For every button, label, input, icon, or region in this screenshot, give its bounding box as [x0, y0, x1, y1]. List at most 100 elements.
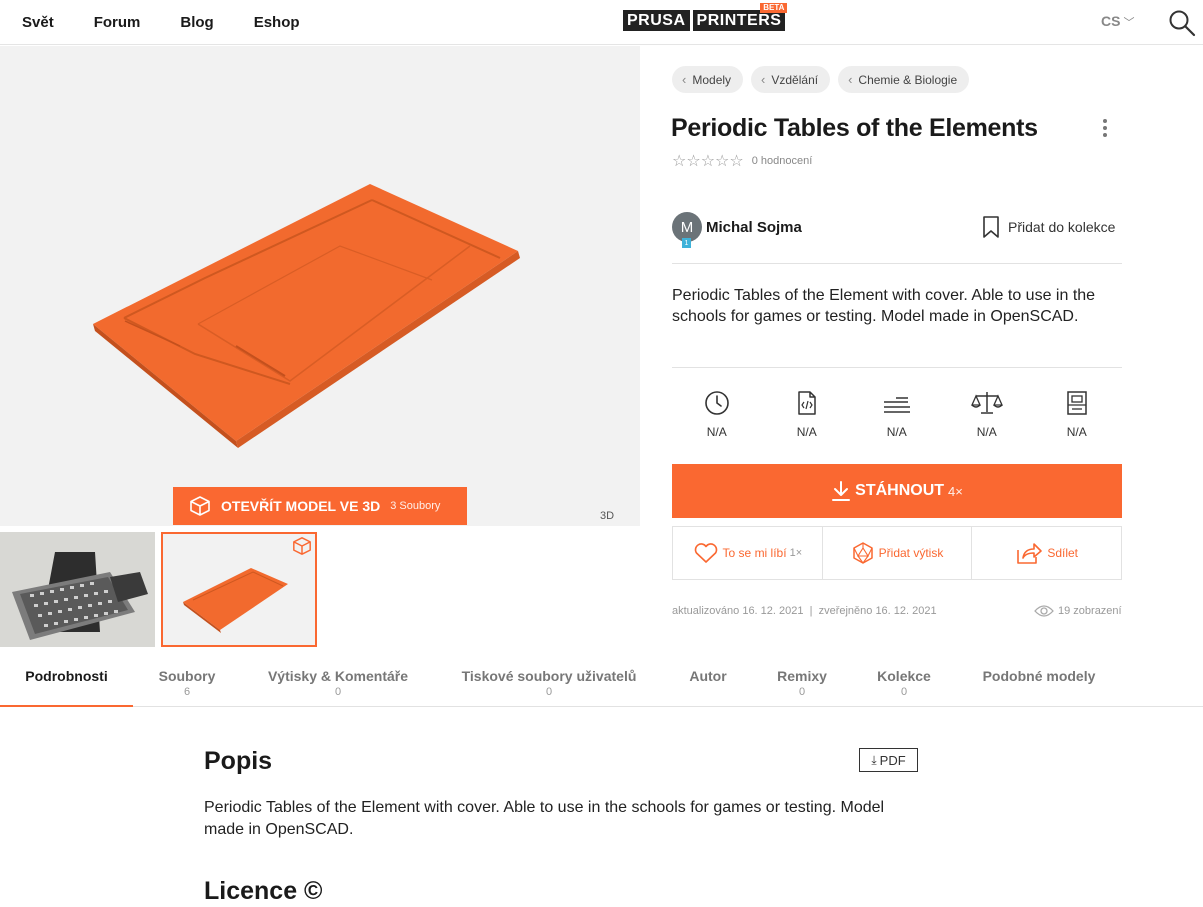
share-label: Sdílet: [1047, 546, 1079, 560]
breadcrumb-modely[interactable]: ‹ Modely: [672, 66, 744, 93]
tab-count: 6: [183, 686, 191, 698]
chevron-left-icon: ‹: [682, 72, 687, 87]
model-summary: Periodic Tables of the Element with cove…: [672, 287, 1096, 325]
tab-podrobnosti[interactable]: Podrobnosti: [0, 655, 133, 707]
tab-count: 0: [545, 686, 553, 698]
like-count: 1×: [789, 547, 803, 559]
breadcrumb-label: Chemie & Biologie: [858, 72, 958, 87]
add-make-label: Přidat výtisk: [878, 546, 944, 560]
download-button[interactable]: STÁHNOUT 4×: [672, 464, 1122, 518]
chevron-left-icon: ‹: [848, 72, 853, 87]
rating[interactable]: ☆☆☆☆☆ 0 hodnocení: [672, 151, 812, 171]
param-printer: N/A: [1032, 390, 1123, 439]
search-icon[interactable]: [1168, 9, 1196, 37]
printer-icon: [1067, 391, 1087, 415]
tab-tiskove-soubory[interactable]: Tiskové soubory uživatelů 0: [449, 655, 649, 707]
model-render: [93, 184, 520, 448]
tab-label: Kolekce: [877, 668, 931, 684]
tab-soubory[interactable]: Soubory 6: [143, 655, 231, 707]
open-3d-label: OTEVŘÍT MODEL VE 3D: [221, 498, 381, 514]
tab-autor[interactable]: Autor: [678, 655, 738, 707]
breadcrumb-label: Vzdělání: [771, 72, 819, 87]
tab-remixy[interactable]: Remixy 0: [767, 655, 837, 707]
print-parameters: N/A N/A N/A N/A N/A: [672, 390, 1122, 439]
tab-kolekce[interactable]: Kolekce 0: [867, 655, 941, 707]
breadcrumb-vzdelani[interactable]: ‹ Vzdělání: [751, 66, 831, 93]
rating-count: 0 hodnocení: [751, 155, 813, 167]
breadcrumb-label: Modely: [692, 72, 732, 87]
nav-link-blog[interactable]: Blog: [180, 14, 213, 31]
thumbnail-3d-model[interactable]: [161, 532, 317, 647]
nav-link-svet[interactable]: Svět: [22, 14, 54, 31]
tab-vytisky-komentare[interactable]: Výtisky & Komentáře 0: [255, 655, 421, 707]
open-3d-button[interactable]: OTEVŘÍT MODEL VE 3D 3 Soubory: [173, 487, 467, 525]
avatar: M 1: [672, 212, 702, 248]
site-logo[interactable]: PRUSA PRINTERS BETA: [623, 3, 788, 31]
download-icon: ⤓: [871, 752, 877, 767]
thumbnail-photo[interactable]: [0, 532, 155, 647]
tab-label: Soubory: [158, 668, 216, 684]
author-name: Michal Sojma: [706, 218, 802, 236]
files-count: 3 Soubory: [390, 500, 441, 512]
download-count: 4×: [948, 483, 963, 499]
chevron-down-icon: ﹀: [1123, 17, 1135, 29]
param-value: N/A: [706, 425, 727, 439]
divider: [672, 263, 1122, 264]
add-to-collection-label: Přidat do kolekce: [1008, 219, 1116, 235]
heart-icon: [694, 543, 717, 563]
description-text: Periodic Tables of the Element with cove…: [204, 799, 885, 838]
polyhedron-icon: [852, 542, 873, 564]
author-link[interactable]: M 1 Michal Sojma: [672, 212, 802, 248]
tab-label: Remixy: [777, 668, 827, 684]
param-value: N/A: [796, 425, 817, 439]
tab-label: Podrobnosti: [25, 668, 108, 684]
avatar-initial: M: [680, 218, 694, 236]
tab-label: Autor: [689, 668, 727, 684]
tab-count: 0: [900, 686, 908, 698]
language-selector[interactable]: CS ﹀: [1101, 13, 1134, 30]
viewer-mode-badge: 3D: [600, 510, 615, 522]
page-title: Periodic Tables of the Elements: [671, 114, 1038, 142]
add-make-button[interactable]: Přidat výtisk: [823, 527, 973, 579]
scale-icon: [970, 392, 1003, 414]
download-icon: [832, 481, 851, 501]
share-icon: [1017, 543, 1043, 564]
param-file-type: N/A: [762, 390, 853, 439]
param-value: N/A: [976, 425, 997, 439]
add-to-collection-button[interactable]: Přidat do kolekce: [982, 215, 1115, 239]
more-options-icon[interactable]: [1098, 118, 1112, 140]
param-layer-height: N/A: [852, 390, 943, 439]
download-label: STÁHNOUT: [855, 482, 945, 499]
nav-link-eshop[interactable]: Eshop: [254, 14, 300, 31]
logo-text-right: PRINTERS: [692, 10, 786, 31]
share-button[interactable]: Sdílet: [972, 527, 1121, 579]
pdf-button[interactable]: ⤓ PDF: [859, 748, 918, 772]
nav-link-forum[interactable]: Forum: [94, 14, 141, 31]
tab-count: 0: [798, 686, 806, 698]
author-level-badge: 1: [682, 238, 691, 248]
eye-icon: [1034, 605, 1054, 617]
cube-icon: [293, 537, 311, 555]
model-viewer[interactable]: OTEVŘÍT MODEL VE 3D 3 Soubory 3D: [0, 46, 640, 526]
top-navigation-bar: Svět Forum Blog Eshop PRUSA PRINTERS BET…: [0, 0, 1203, 45]
language-code: CS: [1101, 13, 1121, 29]
detail-tabs: Podrobnosti Soubory 6 Výtisky & Komentář…: [0, 655, 1203, 707]
license-heading: Licence ©: [204, 877, 323, 905]
divider: [672, 367, 1122, 368]
main-nav: Svět Forum Blog Eshop: [22, 0, 340, 45]
layers-icon: [883, 397, 910, 413]
tab-label: Podobné modely: [982, 668, 1096, 684]
breadcrumb-chemie-biologie[interactable]: ‹ Chemie & Biologie: [838, 66, 970, 93]
breadcrumb: ‹ Modely ‹ Vzdělání ‹ Chemie & Biologie: [672, 66, 977, 93]
like-button[interactable]: To se mi líbí 1×: [673, 527, 823, 579]
description-heading: Popis: [204, 747, 273, 775]
tab-count: 0: [334, 686, 342, 698]
tab-label: Výtisky & Komentáře: [267, 668, 409, 684]
cube-icon: [190, 496, 210, 516]
pdf-label: PDF: [879, 752, 906, 768]
code-file-icon: [798, 391, 816, 415]
views-count: 19 zobrazení: [1034, 604, 1122, 618]
bookmark-icon: [983, 216, 999, 238]
param-print-time: N/A: [672, 390, 763, 439]
tab-podobne-modely[interactable]: Podobné modely: [970, 655, 1108, 707]
